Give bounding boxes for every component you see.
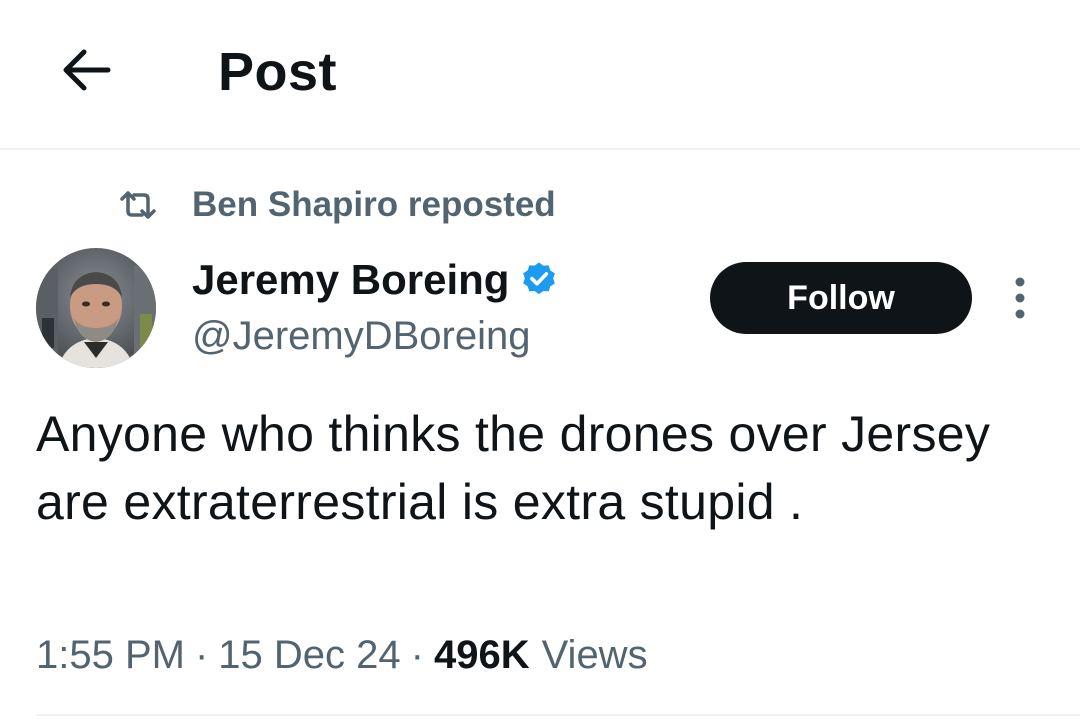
author-name[interactable]: Jeremy Boreing [192,256,509,304]
more-options-button[interactable] [1000,272,1040,324]
tweet-date[interactable]: 15 Dec 24 [218,633,400,678]
tweet-text: Anyone who thinks the drones over Jersey… [36,406,991,530]
author-handle[interactable]: @JeremyDBoreing [192,312,531,360]
top-bar: Post [0,0,1080,150]
more-vertical-icon [1015,277,1025,319]
repost-context: Ben Shapiro reposted [118,182,556,228]
arrow-left-icon [63,49,111,91]
author-name-row: Jeremy Boreing [192,256,561,304]
tweet-time[interactable]: 1:55 PM [36,633,185,678]
follow-button[interactable]: Follow [710,262,972,334]
repost-label[interactable]: Ben Shapiro reposted [192,185,556,225]
repost-icon [118,187,158,223]
page-title: Post [218,42,338,102]
views-count: 496K [433,632,530,677]
views-label: Views [541,632,648,677]
tweet-meta: 1:55 PM · 15 Dec 24 · 496K Views [36,628,648,682]
avatar[interactable] [36,248,156,368]
separator-dot: · [194,632,209,677]
verified-badge-icon [519,259,561,301]
back-button[interactable] [50,38,120,102]
divider [36,714,1080,716]
separator-dot: · [410,632,424,677]
